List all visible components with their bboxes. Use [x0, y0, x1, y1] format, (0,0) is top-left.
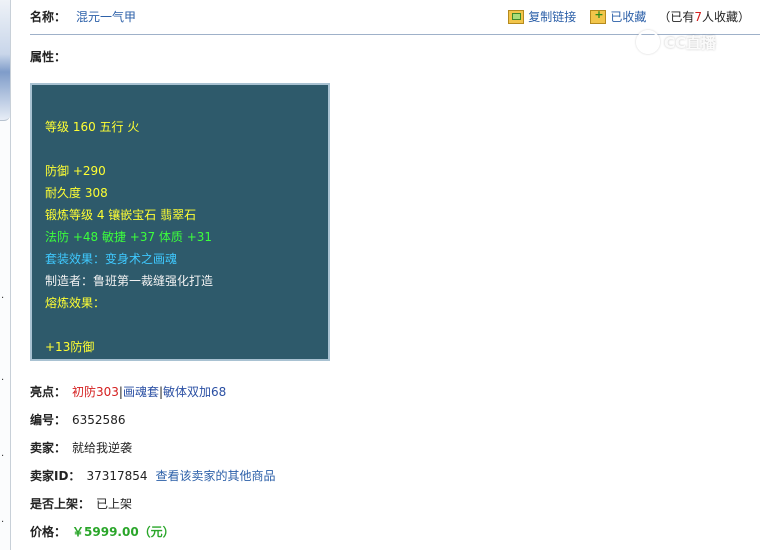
price-row: 价格： ￥5999.00（元）	[30, 523, 175, 540]
item-header: 名称： 混元一气甲 复制链接 已收藏 （已有7人收藏）	[30, 0, 750, 34]
seller-other-items-link[interactable]: 查看该卖家的其他商品	[156, 467, 276, 484]
watermark-text: CC直播	[664, 33, 717, 52]
copy-link-icon	[508, 9, 525, 24]
attr-maker: 制造者：鲁班第一裁缝强化打造	[45, 274, 214, 288]
highlight-item: 敏体双加68	[163, 385, 227, 399]
watermark: CC直播	[636, 30, 716, 54]
listed-value: 已上架	[96, 497, 133, 511]
attr-level: 等级 160 五行 火	[45, 120, 140, 134]
item-name: 混元一气甲	[76, 10, 137, 24]
attribute-panel: 等级 160 五行 火 防御 +290 耐久度 308 锻炼等级 4 镶嵌宝石 …	[30, 83, 330, 361]
highlight-item: 画魂套	[122, 385, 159, 399]
left-dot: ·	[1, 451, 5, 462]
seller-id-row: 卖家ID： 37317854 查看该卖家的其他商品	[30, 467, 276, 484]
attr-smelt-value: +13防御	[45, 340, 95, 354]
attr-smelt: 熔炼效果：	[45, 296, 106, 310]
favorite-add-icon	[590, 8, 607, 24]
attr-forge: 锻炼等级 4 镶嵌宝石 翡翠石	[45, 208, 197, 222]
copy-link-button[interactable]: 复制链接	[508, 8, 576, 25]
seller-id-value: 37317854	[86, 469, 148, 483]
attr-set-effect: 套装效果：变身术之画魂	[45, 252, 178, 266]
name-label: 名称：	[30, 10, 67, 24]
serial-label: 编号：	[30, 413, 67, 427]
left-edge-panel: · · · ·	[0, 0, 11, 550]
attributes-label: 属性：	[30, 50, 67, 64]
seller-row: 卖家： 就给我逆袭	[30, 439, 132, 456]
attr-defense: 防御 +290	[45, 164, 106, 178]
favorite-label: 已收藏	[610, 10, 647, 24]
serial-value: 6352586	[72, 413, 126, 427]
seller-value: 就给我逆袭	[72, 441, 133, 455]
left-dot: ·	[1, 375, 5, 386]
seller-id-label: 卖家ID：	[30, 469, 81, 483]
seller-label: 卖家：	[30, 441, 67, 455]
left-dot: ·	[1, 517, 5, 528]
left-dot: ·	[1, 293, 5, 304]
favorite-button[interactable]: 已收藏	[590, 8, 646, 25]
highlights-row: 亮点： 初防303 | 画魂套 | 敏体双加68	[30, 383, 226, 400]
listed-row: 是否上架： 已上架	[30, 495, 132, 512]
highlights-label: 亮点：	[30, 385, 67, 399]
price-value: ￥5999.00（元）	[72, 525, 175, 539]
serial-row: 编号： 6352586	[30, 411, 125, 428]
cc-logo-icon	[636, 30, 660, 54]
copy-link-label: 复制链接	[528, 10, 577, 24]
favorite-count-number: 7	[694, 10, 702, 24]
favorite-count: （已有7人收藏）	[658, 10, 750, 24]
price-label: 价格：	[30, 525, 67, 539]
attr-stats: 法防 +48 敏捷 +37 体质 +31	[45, 230, 213, 244]
highlight-item: 初防303	[72, 385, 119, 399]
attr-durability: 耐久度 308	[45, 186, 108, 200]
listed-label: 是否上架：	[30, 497, 91, 511]
thumbnail-image[interactable]	[0, 0, 10, 121]
header-actions: 复制链接 已收藏 （已有7人收藏）	[494, 8, 750, 25]
